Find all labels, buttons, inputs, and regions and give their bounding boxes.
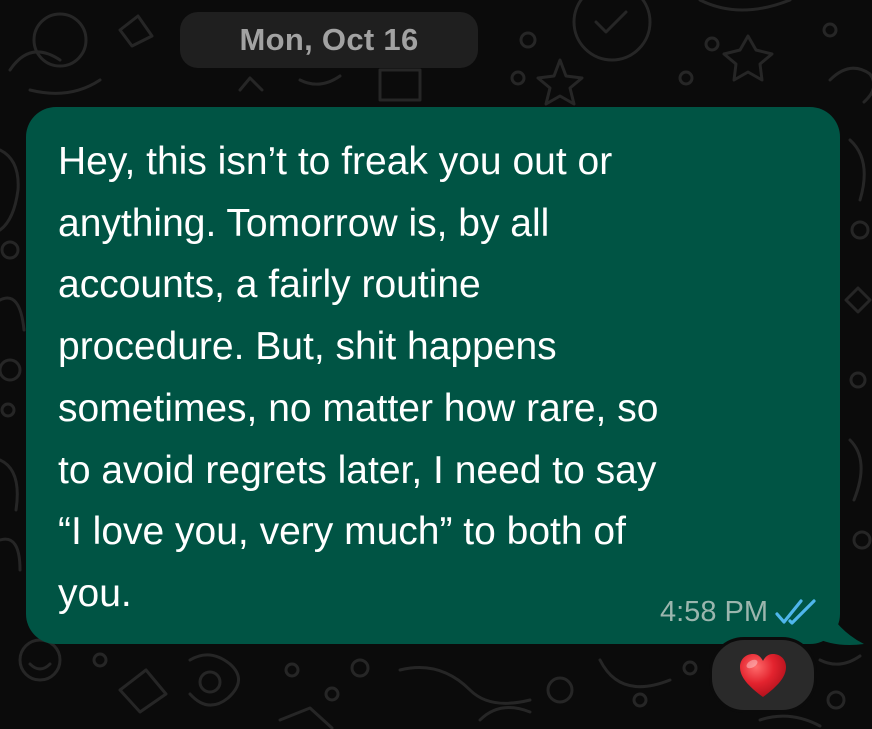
message-time: 4:58 PM xyxy=(660,595,768,628)
red-heart-icon xyxy=(740,654,786,697)
date-separator: Mon, Oct 16 xyxy=(180,12,478,68)
message-meta: 4:58 PM xyxy=(620,590,820,634)
reaction-pill[interactable] xyxy=(709,637,817,713)
message-text: Hey, this isn’t to freak you out or anyt… xyxy=(58,140,659,615)
double-check-read-icon xyxy=(775,599,816,625)
